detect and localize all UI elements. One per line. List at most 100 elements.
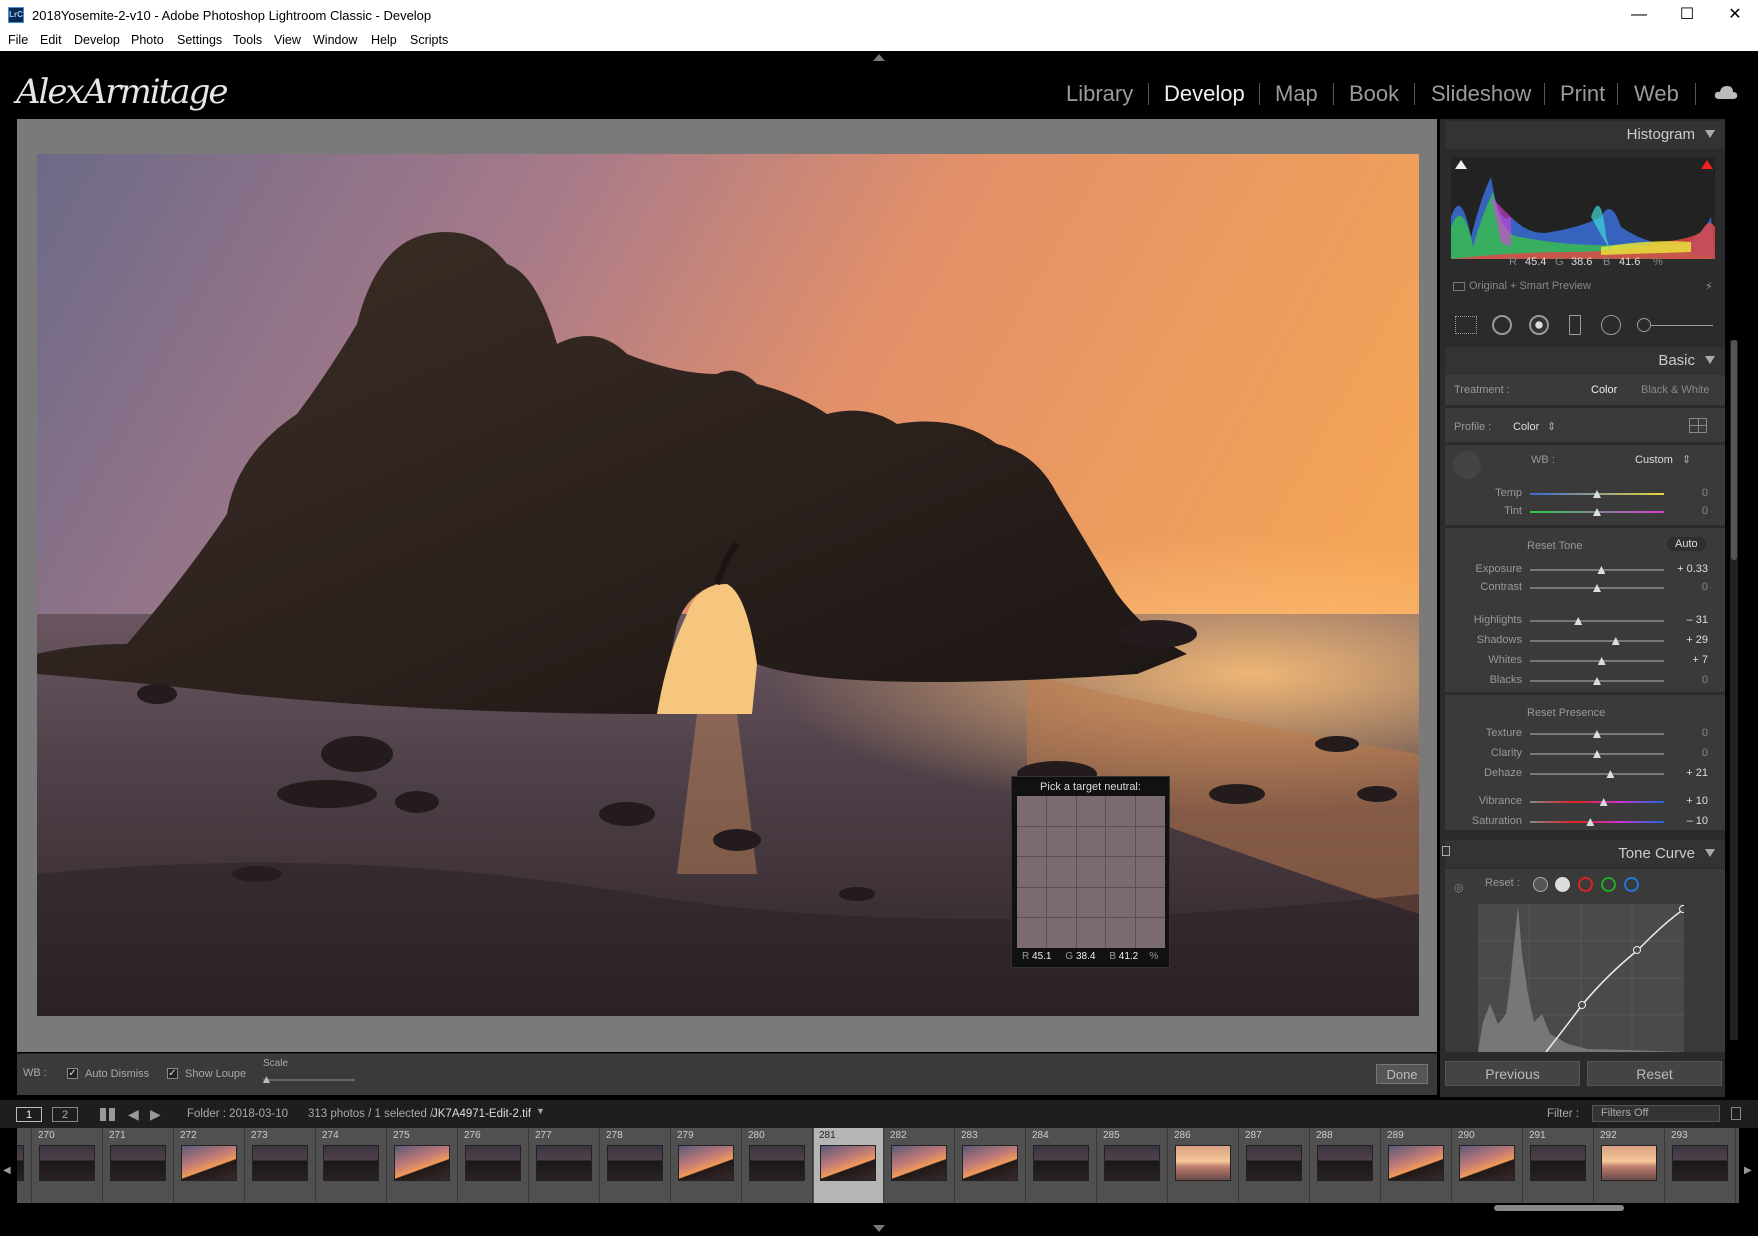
filmstrip-cell[interactable]: 285 [1098, 1128, 1168, 1203]
filmstrip-thumbnail[interactable] [465, 1145, 521, 1181]
main-photo[interactable] [37, 154, 1419, 1016]
slider-track-whites[interactable] [1530, 660, 1664, 662]
slider-value-exposure[interactable]: + 0.33 [1668, 563, 1708, 575]
right-panel-scrollbar[interactable] [1730, 340, 1738, 1040]
filmstrip[interactable]: 270 271 272 273 274 275 276 277 278 279 280 281 282 2… [17, 1128, 1739, 1203]
filmstrip-thumbnail[interactable] [1104, 1145, 1160, 1181]
slider-track-saturation[interactable] [1530, 821, 1664, 823]
slider-value-vibrance[interactable]: + 10 [1668, 795, 1708, 807]
folder-label[interactable]: Folder : 2018-03-10 [187, 1108, 288, 1120]
filmstrip-cell[interactable]: 282 [885, 1128, 955, 1203]
filmstrip-cell[interactable]: 290 [1453, 1128, 1523, 1203]
slider-value-dehaze[interactable]: + 21 [1668, 767, 1708, 779]
filmstrip-cell[interactable]: 270 [33, 1128, 103, 1203]
maximize-button[interactable]: ☐ [1664, 0, 1710, 30]
filter-select[interactable]: Filters Off [1592, 1105, 1720, 1122]
slider-value-clarity[interactable]: 0 [1668, 747, 1708, 759]
filter-lock-icon[interactable] [1731, 1107, 1741, 1120]
slider-value-tint[interactable]: 0 [1668, 505, 1708, 517]
reset-tone[interactable]: Reset Tone [1527, 540, 1582, 552]
filmstrip-cell[interactable] [17, 1128, 32, 1203]
filmstrip-thumbnail[interactable] [323, 1145, 379, 1181]
panel-switch-icon[interactable] [1442, 846, 1450, 856]
graduated-filter-icon[interactable] [1569, 315, 1581, 335]
slider-value-blacks[interactable]: 0 [1668, 674, 1708, 686]
treatment-color[interactable]: Color [1591, 384, 1617, 396]
filmstrip-thumbnail[interactable] [1601, 1145, 1657, 1181]
tone-curve-header[interactable]: Tone Curve [1445, 840, 1725, 868]
profile-select[interactable]: Color [1513, 421, 1539, 433]
filmstrip-thumbnail[interactable] [820, 1145, 876, 1181]
point-curve-white-icon[interactable] [1555, 877, 1570, 892]
filmstrip-thumbnail[interactable] [749, 1145, 805, 1181]
menu-file[interactable]: File [8, 33, 28, 47]
filmstrip-cell[interactable]: 289 [1382, 1128, 1452, 1203]
show-loupe-checkbox[interactable]: ✓ [167, 1068, 178, 1079]
done-button[interactable]: Done [1376, 1064, 1428, 1084]
module-print[interactable]: Print [1560, 81, 1605, 107]
secondary-window-button[interactable]: 2 [52, 1107, 78, 1122]
close-button[interactable]: ✕ [1712, 0, 1758, 30]
filmstrip-thumbnail[interactable] [252, 1145, 308, 1181]
filmstrip-cell[interactable]: 288 [1311, 1128, 1381, 1203]
slider-track-highlights[interactable] [1530, 620, 1664, 622]
grid-view-icon[interactable] [100, 1108, 115, 1121]
auto-tone-button[interactable]: Auto [1667, 537, 1706, 551]
filmstrip-cell[interactable]: 278 [601, 1128, 671, 1203]
filmstrip-thumbnail[interactable] [1175, 1145, 1231, 1181]
filmstrip-thumbnail[interactable] [1033, 1145, 1089, 1181]
slider-value-whites[interactable]: + 7 [1668, 654, 1708, 666]
collapse-top-panel-arrow[interactable] [873, 54, 885, 61]
filmstrip-cell[interactable]: 272 [175, 1128, 245, 1203]
filmstrip-thumbnail[interactable] [1246, 1145, 1302, 1181]
filmstrip-thumbnail[interactable] [39, 1145, 95, 1181]
treatment-bw[interactable]: Black & White [1641, 384, 1709, 396]
wb-eyedropper-icon[interactable] [1453, 451, 1481, 479]
menu-help[interactable]: Help [371, 33, 397, 47]
filmstrip-left-arrow[interactable]: ◀ [3, 1165, 11, 1176]
auto-dismiss-checkbox[interactable]: ✓ [67, 1068, 78, 1079]
menu-photo[interactable]: Photo [131, 33, 164, 47]
parametric-curve-icon[interactable] [1533, 877, 1548, 892]
slider-value-contrast[interactable]: 0 [1668, 581, 1708, 593]
slider-track-vibrance[interactable] [1530, 801, 1664, 803]
filmstrip-cell[interactable]: 279 [672, 1128, 742, 1203]
filmstrip-cell[interactable]: 274 [317, 1128, 387, 1203]
filmstrip-cell[interactable]: 293 [1666, 1128, 1736, 1203]
forward-arrow-icon[interactable]: ▶ [150, 1106, 161, 1123]
basic-header[interactable]: Basic [1445, 347, 1725, 375]
back-arrow-icon[interactable]: ◀ [128, 1106, 139, 1123]
slider-value-shadows[interactable]: + 29 [1668, 634, 1708, 646]
histogram-header[interactable]: Histogram [1445, 121, 1725, 149]
filmstrip-right-arrow[interactable]: ▶ [1744, 1165, 1752, 1176]
filmstrip-thumbnail[interactable] [110, 1145, 166, 1181]
filmstrip-thumbnail[interactable] [678, 1145, 734, 1181]
menu-scripts[interactable]: Scripts [410, 33, 448, 47]
filmstrip-thumbnail[interactable] [1530, 1145, 1586, 1181]
adjustment-brush-icon[interactable] [1637, 318, 1651, 332]
filmstrip-thumbnail[interactable] [1317, 1145, 1373, 1181]
filmstrip-thumbnail[interactable] [962, 1145, 1018, 1181]
tone-curve-graph[interactable] [1478, 904, 1684, 1052]
filmstrip-scroll-thumb[interactable] [1494, 1205, 1624, 1211]
slider-value-texture[interactable]: 0 [1668, 727, 1708, 739]
filmstrip-cell[interactable]: 276 [459, 1128, 529, 1203]
filmstrip-thumbnail[interactable] [1459, 1145, 1515, 1181]
red-eye-icon[interactable] [1529, 315, 1549, 335]
filmstrip-cell[interactable]: 292 [1595, 1128, 1665, 1203]
blue-channel-icon[interactable] [1624, 877, 1639, 892]
slider-value-temp[interactable]: 0 [1668, 487, 1708, 499]
profile-browser-icon[interactable] [1689, 418, 1707, 433]
slider-track-exposure[interactable] [1530, 569, 1664, 571]
reset-button[interactable]: Reset [1587, 1061, 1722, 1086]
green-channel-icon[interactable] [1601, 877, 1616, 892]
red-channel-icon[interactable] [1578, 877, 1593, 892]
module-book[interactable]: Book [1349, 81, 1399, 107]
wb-preset-select[interactable]: Custom [1635, 454, 1673, 466]
shadow-clipping-icon[interactable] [1455, 160, 1467, 169]
menu-tools[interactable]: Tools [233, 33, 262, 47]
crop-tool-icon[interactable] [1455, 316, 1477, 334]
menu-window[interactable]: Window [313, 33, 357, 47]
filmstrip-cell[interactable]: 273 [246, 1128, 316, 1203]
filmstrip-thumbnail[interactable] [17, 1145, 24, 1181]
